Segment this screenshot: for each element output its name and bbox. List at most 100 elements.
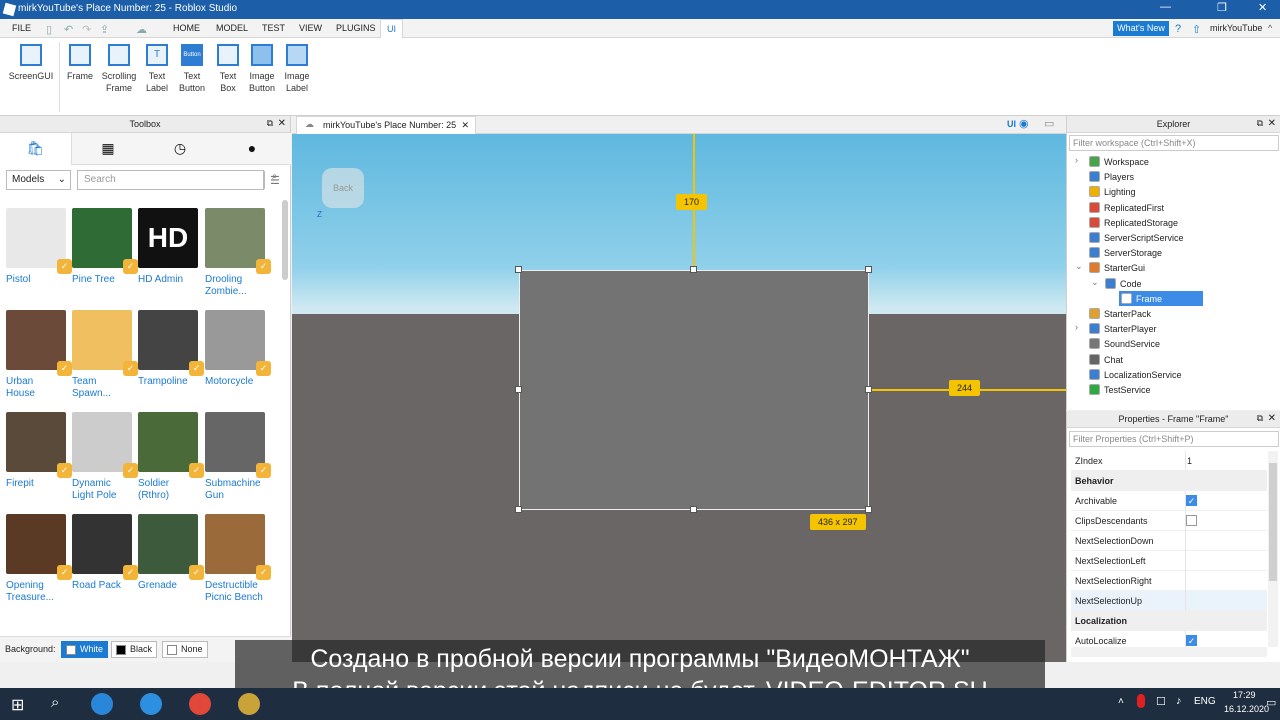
property-row[interactable]: ZIndex 1 (1071, 451, 1267, 471)
toolbox-item[interactable]: ✓ Grenade (138, 514, 204, 614)
menu-ui[interactable]: UI (380, 19, 403, 38)
toolbox-item[interactable]: ✓ Team Spawn... (72, 310, 138, 410)
volume-icon[interactable]: ♪ (1176, 695, 1182, 707)
toolbox-item[interactable]: ✓ Pine Tree (72, 208, 138, 308)
undo-icon[interactable]: ↶ (64, 23, 73, 36)
explorer-close-icon[interactable]: ✕ (1268, 118, 1276, 129)
property-checkbox[interactable]: ✓ (1186, 495, 1197, 506)
collapse-ribbon-icon[interactable]: ^ (1268, 23, 1272, 33)
explorer-item[interactable]: › StarterPlayer (1075, 321, 1157, 336)
help-icon[interactable]: ? (1175, 23, 1181, 35)
filter-settings-icon[interactable]: ☰ (270, 174, 280, 187)
resize-handle-t[interactable] (690, 266, 697, 273)
restore-button[interactable]: ❐ (1217, 1, 1227, 14)
explorer-item[interactable]: TestService (1087, 382, 1151, 397)
toolbox-scrollbar[interactable] (282, 200, 288, 280)
expand-arrow-icon[interactable]: › (1075, 322, 1078, 332)
ui-visibility-toggle[interactable]: UI (1007, 119, 1016, 129)
search-icon[interactable]: ⌕ (51, 694, 59, 711)
menu-model[interactable]: MODEL (216, 23, 248, 33)
explorer-item[interactable]: ReplicatedFirst (1087, 200, 1164, 215)
viewport-3d[interactable]: Back Z 170 244 436 x 297 (292, 134, 1066, 662)
property-row[interactable]: NextSelectionLeft (1071, 551, 1267, 571)
properties-scrollbar[interactable] (1268, 451, 1278, 647)
resize-handle-b[interactable] (690, 506, 697, 513)
app-icon[interactable] (238, 693, 260, 715)
image-label-button[interactable]: Image Label (282, 44, 312, 94)
explorer-item[interactable]: StarterPack (1087, 306, 1151, 321)
toolbox-item[interactable]: HD HD Admin (138, 208, 202, 308)
explorer-item[interactable]: Chat (1087, 352, 1123, 367)
toolbox-item[interactable]: ✓ Destructible Picnic Bench (205, 514, 271, 614)
explorer-item[interactable]: SoundService (1087, 336, 1160, 351)
tab-inventory[interactable]: ▦ (72, 133, 144, 165)
tab-creations[interactable]: ● (216, 133, 288, 165)
place-tab[interactable]: ☁ mirkYouTube's Place Number: 25 ✕ (296, 116, 476, 134)
explorer-item[interactable]: ServerScriptService (1087, 230, 1184, 245)
tab-close-icon[interactable]: ✕ (461, 120, 469, 131)
redo-icon[interactable]: ↷ (82, 23, 91, 36)
toolbox-item[interactable]: ✓ Submachine Gun (205, 412, 271, 512)
resize-handle-bl[interactable] (515, 506, 522, 513)
expand-arrow-icon[interactable]: ⌄ (1091, 277, 1099, 288)
properties-scrollbar-thumb[interactable] (1269, 463, 1277, 581)
eye-icon[interactable]: ◉ (1019, 117, 1029, 130)
whats-new-button[interactable]: What's New (1113, 21, 1169, 36)
resize-handle-l[interactable] (515, 386, 522, 393)
new-file-icon[interactable]: ▯ (46, 23, 52, 36)
property-value[interactable]: 1 (1187, 456, 1192, 466)
resize-handle-tr[interactable] (865, 266, 872, 273)
explorer-undock-icon[interactable]: ⧉ (1257, 118, 1263, 129)
toolbox-item[interactable]: ✓ Urban House (6, 310, 72, 410)
toolbox-item[interactable]: ✓ Motorcycle (205, 310, 271, 410)
tab-marketplace[interactable]: 🛍 (0, 133, 72, 165)
properties-filter-input[interactable]: Filter Properties (Ctrl+Shift+P) (1069, 431, 1279, 447)
text-button-button[interactable]: Button Text Button (175, 44, 209, 94)
toolbox-item[interactable]: ✓ Dynamic Light Pole (72, 412, 138, 512)
timer-app-icon[interactable] (140, 693, 162, 715)
close-button[interactable]: ✕ (1258, 1, 1267, 14)
text-box-button[interactable]: Text Box (214, 44, 242, 94)
clock-time[interactable]: 17:29 (1233, 690, 1256, 700)
property-row[interactable]: NextSelectionDown (1071, 531, 1267, 551)
toolbox-item[interactable]: ✓ Road Pack (72, 514, 138, 614)
explorer-item[interactable]: ⌄ Code (1091, 276, 1142, 291)
explorer-item[interactable]: Frame (1119, 290, 1203, 306)
expand-arrow-icon[interactable]: ⌄ (1075, 261, 1083, 272)
property-row[interactable]: ClipsDescendants (1071, 511, 1267, 531)
toolbox-item[interactable]: ✓ Drooling Zombie... (205, 208, 271, 308)
toolbox-item[interactable]: ✓ Pistol (6, 208, 72, 308)
properties-close-icon[interactable]: ✕ (1268, 413, 1276, 424)
explorer-item[interactable]: LocalizationService (1087, 367, 1182, 382)
menu-view[interactable]: VIEW (299, 23, 322, 33)
text-label-button[interactable]: T Text Label (143, 44, 171, 94)
toolbox-undock-icon[interactable]: ⧉ (267, 118, 273, 129)
expand-arrow-icon[interactable]: › (1075, 155, 1078, 165)
property-category[interactable]: Behavior (1071, 471, 1267, 491)
explorer-item[interactable]: Players (1087, 169, 1134, 184)
selected-frame[interactable] (519, 270, 869, 510)
language-indicator[interactable]: ENG (1194, 696, 1216, 707)
toolbox-close-icon[interactable]: ✕ (278, 118, 286, 129)
explorer-item[interactable]: Lighting (1087, 184, 1136, 199)
publish-icon[interactable]: ⇪ (100, 23, 109, 36)
toolbox-search-input[interactable]: Search ⌕ (77, 170, 277, 190)
property-row[interactable]: NextSelectionUp (1071, 591, 1267, 611)
image-button-button[interactable]: Image Button (246, 44, 278, 94)
toolbox-item[interactable]: ✓ Trampoline (138, 310, 204, 410)
property-category[interactable]: Localization (1071, 611, 1267, 631)
user-name[interactable]: mirkYouTube (1210, 23, 1262, 33)
menu-home[interactable]: HOME (173, 23, 200, 33)
screengui-button[interactable]: ScreenGUI (8, 44, 54, 82)
explorer-item[interactable]: ReplicatedStorage (1087, 215, 1178, 230)
property-row[interactable]: NextSelectionRight (1071, 571, 1267, 591)
resize-handle-r[interactable] (865, 386, 872, 393)
bg-none-button[interactable]: None (162, 641, 208, 658)
properties-hscrollbar[interactable] (1071, 647, 1267, 657)
explorer-item[interactable]: ⌄ StarterGui (1075, 260, 1145, 275)
toolbox-item[interactable]: ✓ Opening Treasure... (6, 514, 72, 614)
chrome-icon[interactable] (189, 693, 211, 715)
toolbox-item[interactable]: ✓ Firepit (6, 412, 72, 512)
property-checkbox[interactable] (1186, 515, 1197, 526)
team-create-icon[interactable]: ☁ (136, 23, 147, 36)
